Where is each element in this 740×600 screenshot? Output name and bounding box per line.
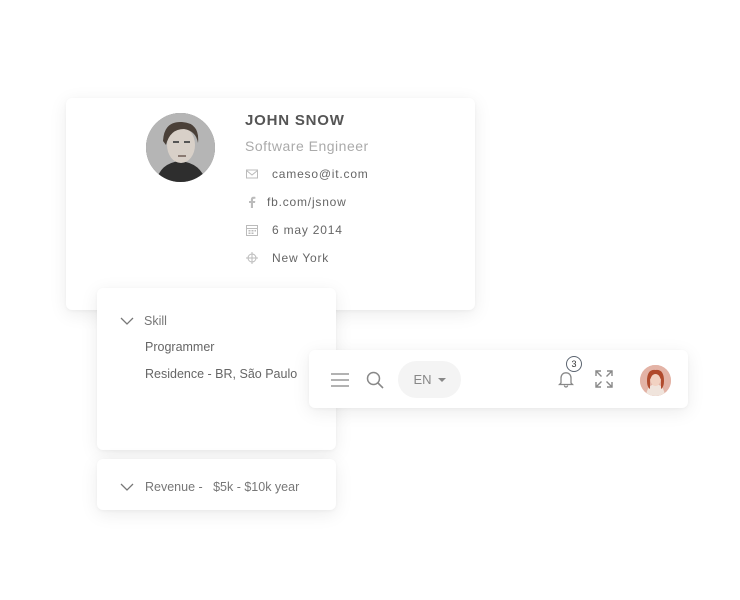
menu-icon[interactable]: [331, 373, 349, 387]
bell-icon[interactable]: [558, 370, 574, 388]
profile-email[interactable]: cameso@it.com: [272, 167, 369, 181]
search-icon[interactable]: [366, 371, 384, 389]
caret-down-icon: [437, 377, 446, 382]
profile-facebook[interactable]: fb.com/jsnow: [267, 195, 347, 209]
profile-location: New York: [272, 251, 330, 265]
chevron-down-icon[interactable]: [120, 482, 134, 492]
skill-item: Programmer: [145, 340, 215, 354]
profile-facebook-row: fb.com/jsnow: [245, 194, 347, 210]
profile-location-row: New York: [245, 250, 329, 266]
profile-card: JOHN SNOW Software Engineer cameso@it.co…: [66, 98, 475, 310]
user-avatar[interactable]: [640, 365, 671, 396]
calendar-icon: [245, 223, 259, 237]
notification-badge: 3: [566, 356, 582, 372]
facebook-icon: [245, 195, 259, 209]
chevron-down-icon[interactable]: [120, 316, 134, 326]
profile-name: JOHN SNOW: [245, 112, 345, 129]
skill-title[interactable]: Skill: [144, 314, 167, 328]
mail-icon: [245, 167, 259, 181]
profile-date-row: 6 may 2014: [245, 222, 343, 238]
language-selector[interactable]: EN: [398, 361, 461, 398]
profile-avatar: [146, 113, 215, 182]
profile-role: Software Engineer: [245, 138, 369, 154]
location-icon: [245, 251, 259, 265]
profile-email-row: cameso@it.com: [245, 166, 369, 182]
top-toolbar: EN 3: [309, 350, 688, 408]
skill-panel: Skill Programmer Residence - BR, São Pau…: [97, 288, 336, 450]
revenue-panel: Revenue - $5k - $10k year: [97, 459, 336, 510]
residence-item: Residence - BR, São Paulo: [145, 367, 298, 381]
profile-date: 6 may 2014: [272, 223, 343, 237]
revenue-label[interactable]: Revenue - $5k - $10k year: [145, 480, 299, 494]
language-label: EN: [413, 372, 432, 387]
fullscreen-icon[interactable]: [595, 370, 613, 388]
